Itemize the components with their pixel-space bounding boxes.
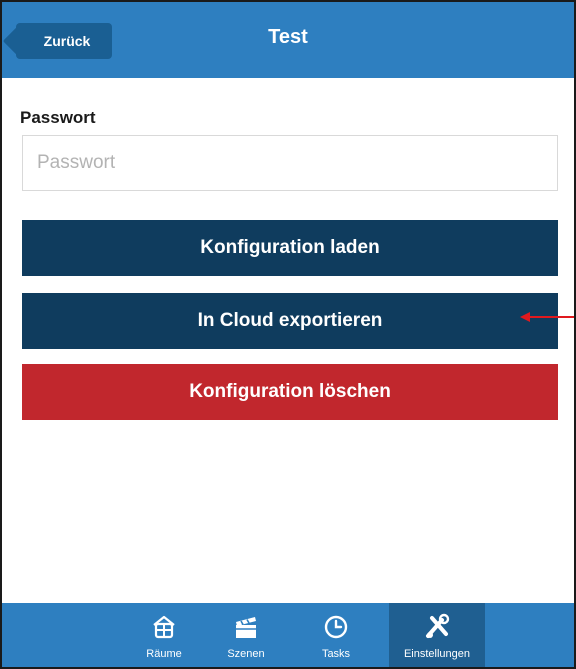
tab-bar: Räume Szenen Tasks Einstellungen bbox=[2, 603, 574, 667]
password-input[interactable] bbox=[22, 135, 558, 191]
export-to-cloud-button[interactable]: In Cloud exportieren bbox=[22, 293, 558, 349]
app-frame: Zurück Test Passwort Konfiguration laden… bbox=[0, 0, 576, 669]
tab-tasks[interactable]: Tasks bbox=[300, 603, 372, 667]
tab-szenen[interactable]: Szenen bbox=[210, 603, 282, 667]
load-configuration-button[interactable]: Konfiguration laden bbox=[22, 220, 558, 276]
clapperboard-icon bbox=[236, 617, 256, 638]
tab-label: Szenen bbox=[227, 648, 265, 660]
tab-raeume[interactable]: Räume bbox=[128, 603, 200, 667]
header-bar: Zurück Test bbox=[2, 2, 574, 78]
delete-configuration-button[interactable]: Konfiguration löschen bbox=[22, 364, 558, 420]
password-label: Passwort bbox=[20, 108, 96, 127]
clock-icon bbox=[324, 615, 348, 639]
tab-label: Räume bbox=[146, 648, 182, 660]
back-button-label: Zurück bbox=[43, 33, 91, 49]
tools-icon bbox=[426, 613, 450, 638]
annotation-arrow-icon bbox=[520, 312, 574, 322]
tab-label: Einstellungen bbox=[403, 648, 471, 660]
tab-einstellungen[interactable]: Einstellungen bbox=[389, 603, 485, 667]
tab-label: Tasks bbox=[321, 648, 351, 660]
rooms-icon bbox=[153, 615, 175, 639]
